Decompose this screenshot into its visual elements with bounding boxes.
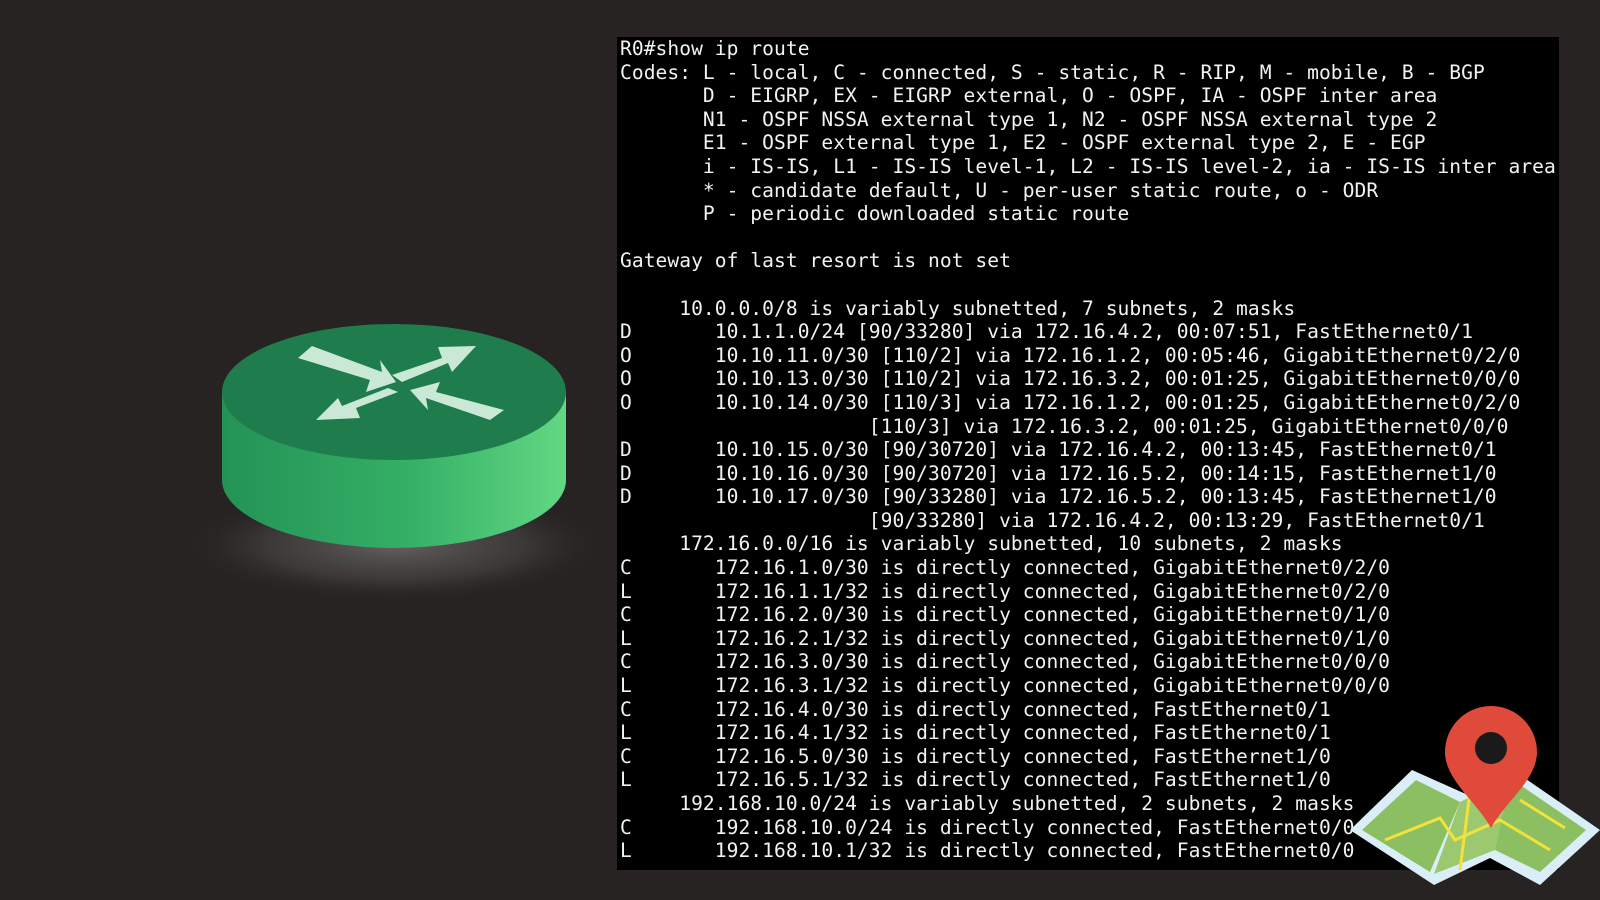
terminal-line: C 172.16.1.0/30 is directly connected, G… [620, 556, 1391, 580]
terminal-line: [110/3] via 172.16.3.2, 00:01:25, Gigabi… [620, 414, 1509, 438]
terminal-line: C 172.16.3.0/30 is directly connected, G… [620, 650, 1391, 674]
terminal-line: Gateway of last resort is not set [620, 249, 1011, 273]
terminal-line: D 10.10.16.0/30 [90/30720] via 172.16.5.… [620, 461, 1497, 485]
slide-canvas: R0#show ip route Codes: L - local, C - co… [0, 0, 1600, 900]
terminal-line: i - IS-IS, L1 - IS-IS level-1, L2 - IS-I… [620, 154, 1556, 178]
terminal-line: Codes: L - local, C - connected, S - sta… [620, 60, 1485, 84]
terminal-line: L 172.16.1.1/32 is directly connected, G… [620, 579, 1391, 603]
terminal-line: N1 - OSPF NSSA external type 1, N2 - OSP… [620, 107, 1438, 131]
terminal-line: D 10.10.17.0/30 [90/33280] via 172.16.5.… [620, 485, 1497, 509]
terminal-line: O 10.10.13.0/30 [110/2] via 172.16.3.2, … [620, 367, 1521, 391]
terminal-line: D - EIGRP, EX - EIGRP external, O - OSPF… [620, 84, 1438, 108]
terminal-line: L 172.16.3.1/32 is directly connected, G… [620, 674, 1391, 698]
terminal-line: E1 - OSPF external type 1, E2 - OSPF ext… [620, 131, 1426, 155]
router-icon [170, 300, 630, 630]
terminal-line: O 10.10.14.0/30 [110/3] via 172.16.1.2, … [620, 390, 1521, 414]
terminal-line: * - candidate default, U - per-user stat… [620, 178, 1379, 202]
pin-hole [1475, 732, 1507, 764]
terminal-line: L 172.16.2.1/32 is directly connected, G… [620, 626, 1391, 650]
terminal-line: 10.0.0.0/8 is variably subnetted, 7 subn… [620, 296, 1296, 320]
terminal-line: O 10.10.11.0/30 [110/2] via 172.16.1.2, … [620, 343, 1521, 367]
terminal-line: R0#show ip route [620, 37, 810, 60]
terminal-line: D 10.1.1.0/24 [90/33280] via 172.16.4.2,… [620, 320, 1473, 344]
terminal-line: [90/33280] via 172.16.4.2, 00:13:29, Fas… [620, 508, 1485, 532]
map-pin-icon [1350, 700, 1600, 900]
terminal-line: D 10.10.15.0/30 [90/30720] via 172.16.4.… [620, 438, 1497, 462]
terminal-line: C 172.16.2.0/30 is directly connected, G… [620, 603, 1391, 627]
terminal-line: P - periodic downloaded static route [620, 202, 1130, 226]
terminal-line: 172.16.0.0/16 is variably subnetted, 10 … [620, 532, 1343, 556]
